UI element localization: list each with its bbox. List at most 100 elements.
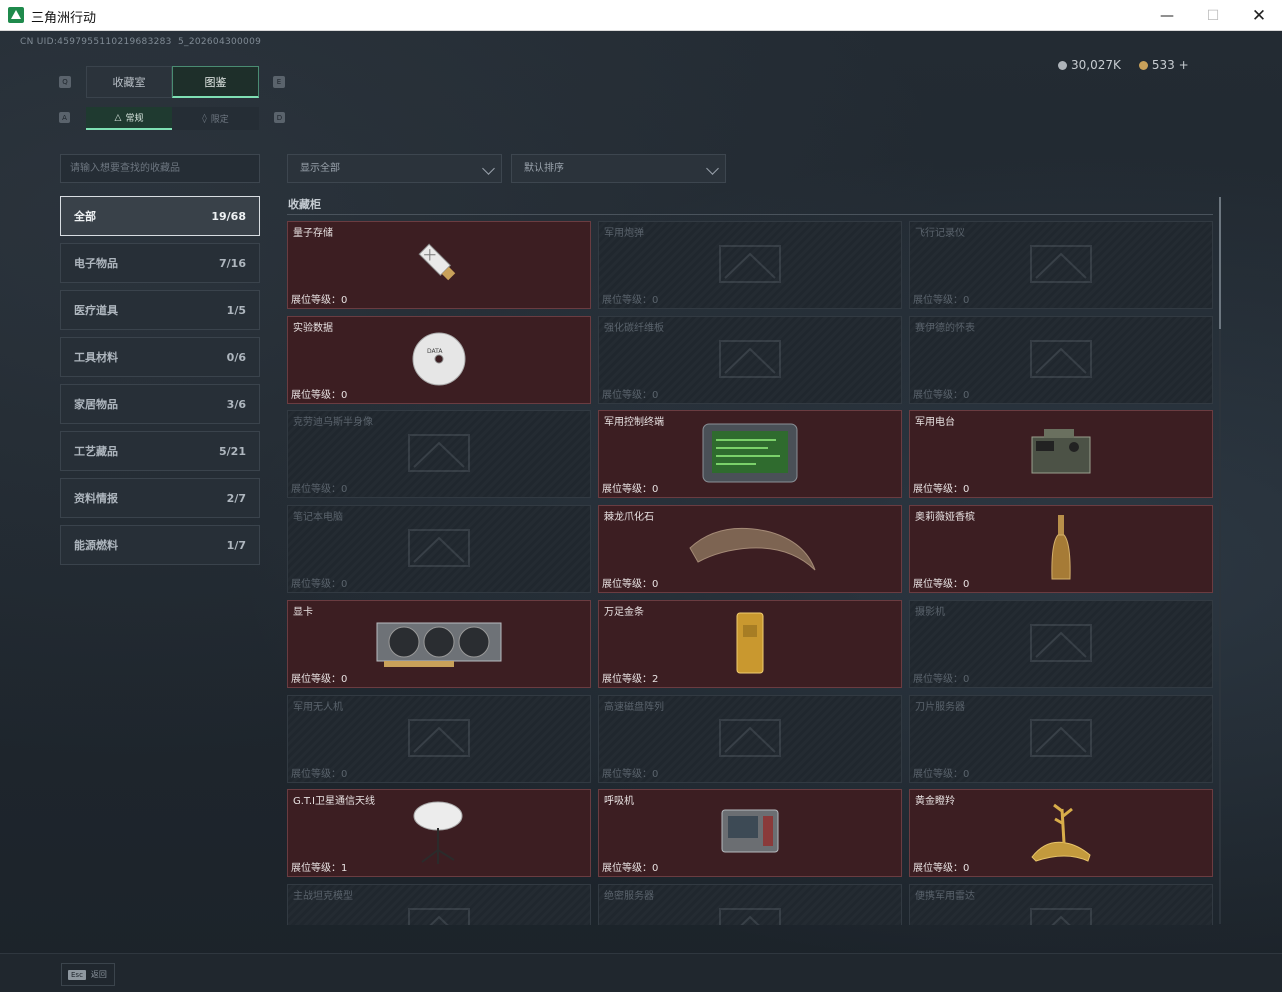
collection-card[interactable]: 刀片服务器 展位等级：0 — [909, 695, 1213, 783]
collection-card[interactable]: 军用无人机 展位等级：0 — [287, 695, 591, 783]
chevron-down-icon — [482, 162, 495, 175]
close-button[interactable]: ✕ — [1236, 0, 1282, 31]
card-display-level: 展位等级：1 — [291, 863, 348, 874]
disk-array-icon — [705, 708, 795, 772]
silver-currency: 30,027K — [1058, 58, 1121, 72]
blade-server-icon — [1016, 708, 1106, 772]
sort-dropdown[interactable]: 默认排序 — [511, 154, 726, 183]
category-intel[interactable]: 资料情报 2/7 — [60, 478, 260, 518]
collection-grid: 量子存储 展位等级：0 军用炮弹 展位等级：0 飞行记录仪 展位等级：0 实验数据 DATA 展… — [287, 221, 1213, 925]
subtab-normal[interactable]: △ 常规 — [86, 107, 172, 130]
card-item-name: 便携军用雷达 — [915, 891, 975, 902]
card-item-name: 强化碳纤维板 — [604, 323, 664, 334]
collection-card[interactable]: 黄金瞪羚 展位等级：0 — [909, 789, 1213, 877]
radio-icon — [1026, 423, 1096, 487]
category-energy[interactable]: 能源燃料 1/7 — [60, 525, 260, 565]
card-display-level: 展位等级：0 — [602, 863, 659, 874]
collection-card[interactable]: 摄影机展位等级：0 — [909, 600, 1213, 688]
claw-fossil-icon — [680, 518, 820, 582]
gold-currency[interactable]: 533 + — [1138, 58, 1189, 72]
card-item-name: 绝密服务器 — [604, 891, 654, 902]
collection-card[interactable]: 主战坦克模型 — [287, 884, 591, 925]
card-display-level: 展位等级：0 — [602, 579, 659, 590]
collection-card[interactable]: 赛伊德的怀表 展位等级：0 — [909, 316, 1213, 404]
category-label: 全部 — [74, 210, 96, 223]
svg-text:DATA: DATA — [427, 348, 443, 355]
card-display-level: 展位等级：0 — [913, 769, 970, 780]
satellite-dish-icon — [412, 798, 466, 870]
card-display-level: 展位等级：0 — [913, 484, 970, 495]
chevron-down-icon — [706, 162, 719, 175]
collection-card[interactable]: 绝密服务器 — [598, 884, 902, 925]
back-button[interactable]: Esc 返回 — [61, 963, 115, 986]
tank-model-icon — [394, 897, 484, 925]
collection-card[interactable]: 军用炮弹 展位等级：0 — [598, 221, 902, 309]
collection-card[interactable]: 便携军用雷达 — [909, 884, 1213, 925]
collection-card[interactable]: 军用控制终端 展位等级：0 — [598, 410, 902, 498]
category-medical[interactable]: 医疗道具 1/5 — [60, 290, 260, 330]
card-display-level: 展位等级：0 — [602, 484, 659, 495]
category-crafts[interactable]: 工艺藏品 5/21 — [60, 431, 260, 471]
collection-card[interactable]: 克劳迪乌斯半身像 展位等级：0 — [287, 410, 591, 498]
card-item-name: 显卡 — [293, 607, 313, 618]
category-count: 7/16 — [219, 256, 246, 270]
filter-dropdown[interactable]: 显示全部 — [287, 154, 502, 183]
subtab-normal-label: 常规 — [125, 114, 144, 124]
maximize-button[interactable]: ☐ — [1190, 0, 1236, 31]
subtab-limited[interactable]: ◊ 限定 — [172, 107, 259, 130]
card-item-name: 黄金瞪羚 — [915, 796, 955, 807]
tab-catalog[interactable]: 图鉴 — [172, 66, 259, 98]
gold-amount: 533 — [1151, 58, 1175, 72]
category-tools[interactable]: 工具材料 0/6 — [60, 337, 260, 377]
search-input[interactable]: 请输入想要查找的收藏品 — [60, 154, 260, 183]
category-count: 0/6 — [226, 350, 246, 364]
collection-card[interactable]: G.T.I卫星通信天线 展位等级：1 — [287, 789, 591, 877]
card-item-name: 呼吸机 — [604, 796, 634, 807]
card-item-name: 笔记本电脑 — [293, 512, 343, 523]
category-all[interactable]: 全部 19/68 — [60, 196, 260, 236]
collection-card[interactable]: 军用电台展位等级：0 — [909, 410, 1213, 498]
category-count: 5/21 — [219, 444, 246, 458]
collection-card[interactable]: 笔记本电脑 展位等级：0 — [287, 505, 591, 593]
pocket-watch-icon — [1016, 329, 1106, 393]
collection-card[interactable]: 棘龙爪化石 展位等级：0 — [598, 505, 902, 593]
minimize-button[interactable]: — — [1144, 0, 1190, 31]
add-currency-button[interactable]: + — [1179, 58, 1189, 72]
flame-icon: △ — [114, 112, 122, 123]
bust-icon — [394, 423, 484, 487]
category-label: 工艺藏品 — [74, 445, 118, 458]
scrollbar-thumb[interactable] — [1219, 197, 1221, 329]
control-terminal-icon — [700, 420, 800, 490]
ventilator-icon — [719, 806, 781, 862]
collection-card[interactable]: 呼吸机展位等级：0 — [598, 789, 902, 877]
filter-dropdown-value: 显示全部 — [300, 163, 340, 174]
card-item-name: 摄影机 — [915, 607, 945, 618]
collection-card[interactable]: 显卡 展位等级：0 — [287, 600, 591, 688]
collection-card[interactable]: 高速磁盘阵列 展位等级：0 — [598, 695, 902, 783]
card-display-level: 展位等级：0 — [913, 674, 970, 685]
tab-collection-room[interactable]: 收藏室 — [86, 66, 172, 98]
window-titlebar: 三角洲行动 — ☐ ✕ — [0, 0, 1282, 31]
prev-subtab-key-icon: A — [59, 112, 70, 123]
card-display-level: 展位等级：0 — [291, 769, 348, 780]
collection-card[interactable]: 强化碳纤维板 展位等级：0 — [598, 316, 902, 404]
card-item-name: 军用电台 — [915, 417, 955, 428]
card-item-name: 军用控制终端 — [604, 417, 664, 428]
usb-drive-icon — [412, 237, 466, 295]
collection-card[interactable]: 量子存储 展位等级：0 — [287, 221, 591, 309]
tab-catalog-label: 图鉴 — [204, 75, 227, 89]
category-electronics[interactable]: 电子物品 7/16 — [60, 243, 260, 283]
laptop-icon — [394, 518, 484, 582]
card-item-name: 奥莉薇娅香槟 — [915, 512, 975, 523]
section-divider — [287, 214, 1213, 215]
gold-bar-icon — [735, 611, 765, 679]
radar-icon — [1016, 897, 1106, 925]
collection-card[interactable]: 飞行记录仪 展位等级：0 — [909, 221, 1213, 309]
category-household[interactable]: 家居物品 3/6 — [60, 384, 260, 424]
collection-card[interactable]: 万足金条 展位等级：2 — [598, 600, 902, 688]
collection-card[interactable]: 实验数据 DATA 展位等级：0 — [287, 316, 591, 404]
collection-card[interactable]: 奥莉薇娅香槟 展位等级：0 — [909, 505, 1213, 593]
gold-gazelle-icon — [1026, 799, 1096, 869]
card-item-name: 飞行记录仪 — [915, 228, 965, 239]
limited-icon: ◊ — [202, 113, 207, 124]
